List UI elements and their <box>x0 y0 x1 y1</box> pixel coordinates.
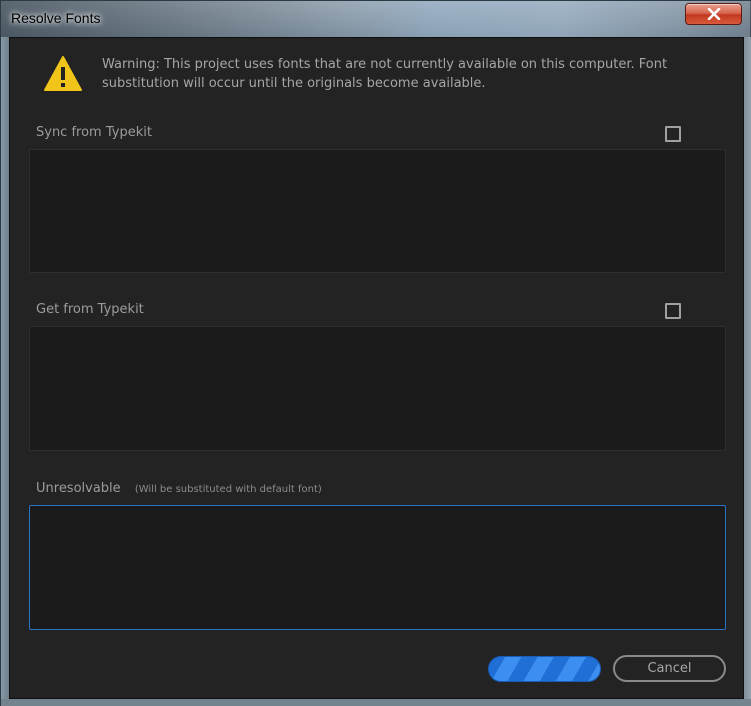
warning-icon <box>43 55 83 93</box>
unresolvable-label: Unresolvable <box>36 481 121 496</box>
title-bar[interactable] <box>1 1 751 37</box>
unresolvable-section-label: Unresolvable (Will be substituted with d… <box>36 481 322 496</box>
dialog-body: Warning: This project uses fonts that ar… <box>9 37 744 699</box>
window-border-right <box>744 37 751 699</box>
window-title: Resolve Fonts <box>11 10 101 26</box>
dialog-window: Resolve Fonts Warning: This project uses… <box>0 0 751 706</box>
sync-section-label: Sync from Typekit <box>36 125 152 140</box>
unresolvable-note: (Will be substituted with default font) <box>134 484 322 495</box>
window-border-bottom <box>1 699 751 706</box>
get-section-label: Get from Typekit <box>36 302 144 317</box>
window-border-left <box>1 37 9 699</box>
ok-button[interactable] <box>488 656 601 682</box>
warning-message: Warning: This project uses fonts that ar… <box>102 57 668 91</box>
close-icon <box>707 8 721 20</box>
unresolvable-font-list[interactable] <box>29 505 726 630</box>
sync-checkbox[interactable] <box>665 126 681 142</box>
get-checkbox[interactable] <box>665 303 681 319</box>
get-font-list[interactable] <box>29 326 726 451</box>
close-button[interactable] <box>685 3 742 25</box>
sync-font-list[interactable] <box>29 149 726 273</box>
cancel-button[interactable]: Cancel <box>613 655 726 682</box>
